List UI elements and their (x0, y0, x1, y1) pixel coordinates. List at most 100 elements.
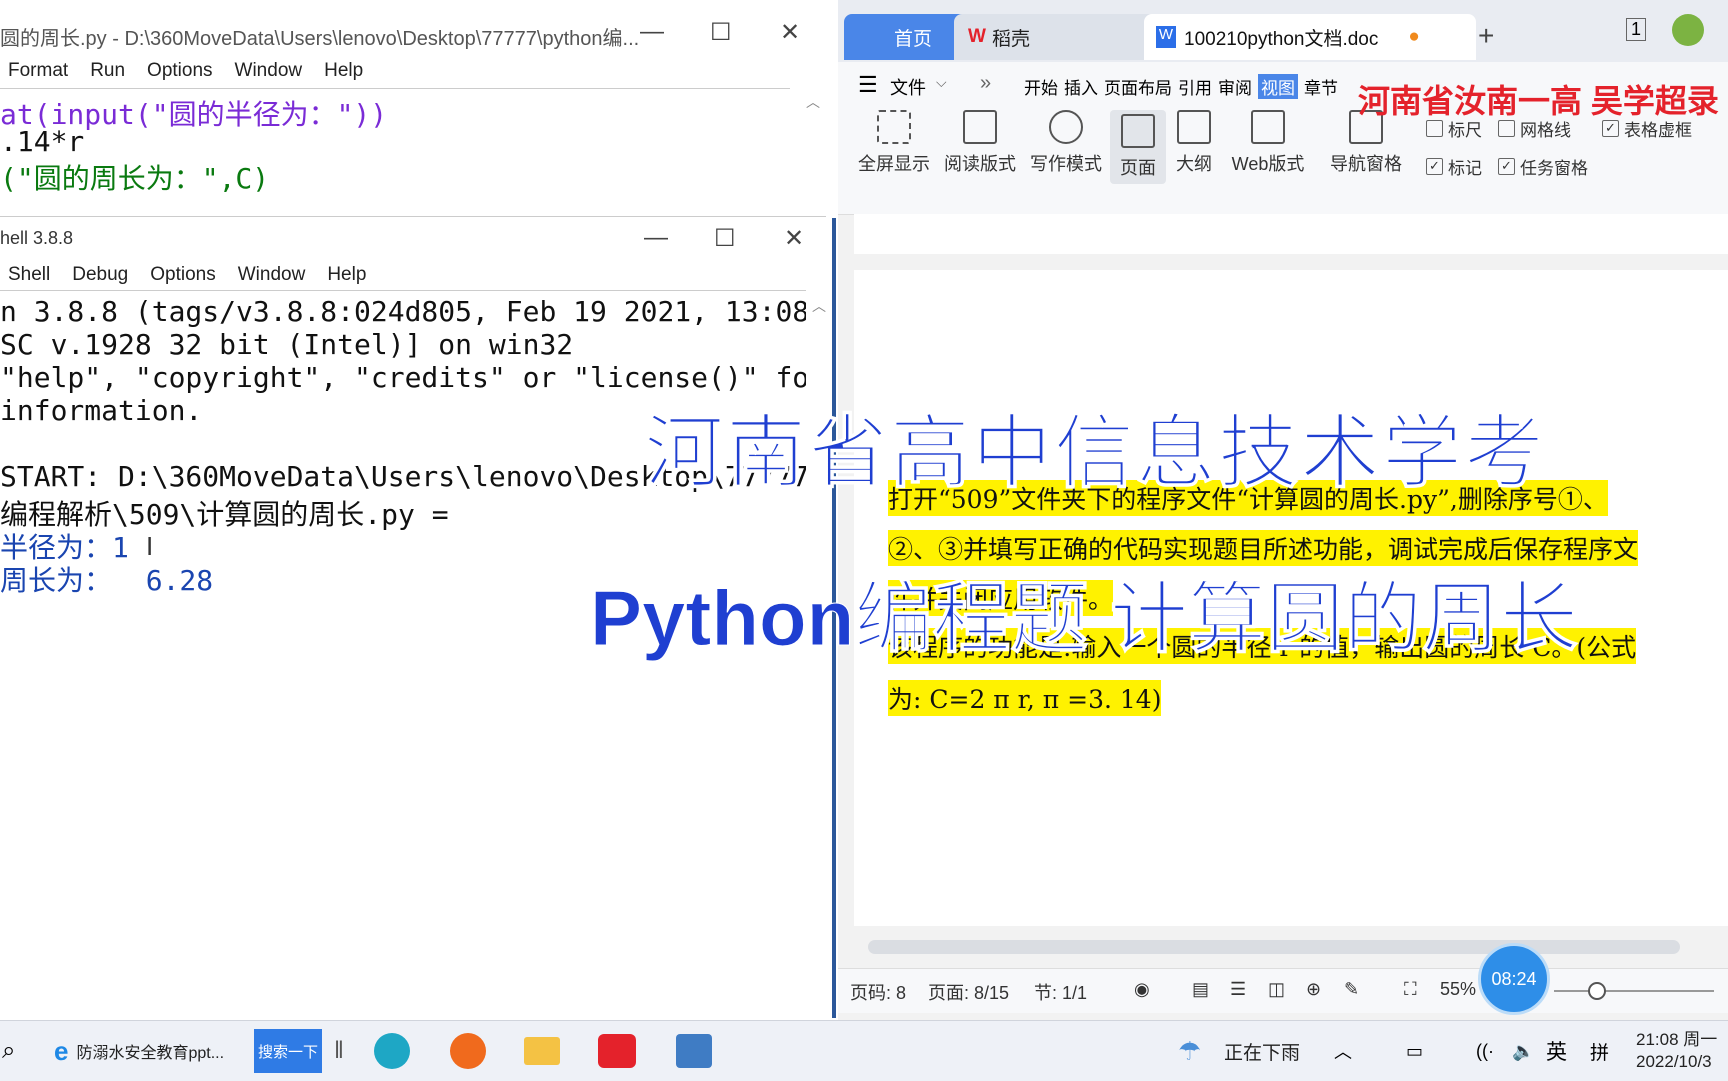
page-code: 页码: 8 (850, 983, 907, 1003)
menu-window[interactable]: Window (238, 264, 306, 286)
window-switch-icon[interactable]: 1 (1626, 18, 1647, 41)
menu-start[interactable]: 开始 (1024, 74, 1058, 99)
daoke-icon: W (968, 26, 986, 47)
ime-mode[interactable]: 拼 (1590, 1029, 1609, 1073)
menu-shell[interactable]: Shell (8, 264, 50, 286)
wps-icon[interactable] (598, 1034, 636, 1068)
maximize-icon[interactable]: ☐ (714, 224, 736, 253)
menu-view[interactable]: 视图 (1258, 74, 1298, 99)
more-icon[interactable]: » (980, 72, 991, 95)
minimize-icon[interactable]: — (644, 224, 668, 252)
taskbar-ppt-item[interactable]: e 防溺水安全教育ppt... (54, 1029, 224, 1073)
overlay-title: 河南省高中信息技术学考 (644, 408, 1546, 498)
checkbox-checked-icon: ✓ (1602, 120, 1619, 137)
chevron-down-icon: ⌵ (936, 74, 947, 90)
unsaved-dot-icon: ● (1408, 26, 1420, 47)
timer-text: 08:24 (1491, 968, 1537, 989)
reading-mode-label: 阅读版式 (944, 154, 1016, 174)
tab-doc-label: 100210python文档.doc (1184, 28, 1379, 50)
network-icon[interactable]: ((· (1476, 1029, 1494, 1073)
ime-language[interactable]: 英 (1546, 1029, 1567, 1073)
menu-options[interactable]: Options (150, 264, 215, 286)
outline-button[interactable]: 大纲 (1166, 110, 1222, 176)
menu-hamburger-icon[interactable]: ☰ (858, 72, 878, 98)
menu-layout[interactable]: 页面布局 (1104, 74, 1172, 99)
writing-mode-label: 写作模式 (1030, 154, 1102, 174)
menu-debug[interactable]: Debug (72, 264, 128, 286)
outline-view-icon[interactable]: ☰ (1230, 979, 1246, 1000)
zoom-slider[interactable] (1554, 982, 1714, 1000)
menu-file[interactable]: 文件 (890, 74, 926, 100)
tab-home-label: 首页 (893, 28, 932, 50)
watermark-text: 河南省汝南一高 吴学超录 (1358, 83, 1719, 119)
nav-pane-label: 导航窗格 (1330, 154, 1402, 174)
book-icon (963, 110, 997, 144)
code-line: ("圆的周长为：",C) (0, 162, 270, 195)
pen-icon (1049, 110, 1083, 144)
menu-format[interactable]: Format (8, 60, 68, 82)
menu-chapter[interactable]: 章节 (1304, 74, 1338, 99)
python-icon[interactable] (676, 1034, 712, 1068)
horizontal-scrollbar[interactable] (868, 940, 1680, 954)
page-view-icon[interactable]: ▤ (1192, 979, 1209, 1000)
globe-icon[interactable]: ⊕ (1306, 979, 1321, 1000)
tab-daoke-label: 稻壳 (991, 28, 1030, 50)
scroll-up-icon[interactable]: ︿ (812, 296, 826, 316)
divider: ‖ (334, 1037, 344, 1064)
search-button-label: 搜索一下 (257, 1043, 318, 1061)
firefox-icon[interactable] (450, 1033, 486, 1069)
folder-icon[interactable] (524, 1037, 560, 1065)
chevron-up-icon[interactable]: ︿ (1334, 1029, 1352, 1073)
fit-icon[interactable]: ⛶ (1404, 979, 1417, 1000)
fullscreen-button[interactable]: 全屏显示 (852, 110, 936, 176)
checkbox-checked-icon: ✓ (1498, 158, 1515, 175)
search-button[interactable]: 搜索一下 (254, 1029, 322, 1073)
text-cursor-icon: I (146, 531, 154, 561)
menu-reference[interactable]: 引用 (1178, 74, 1212, 99)
menu-insert[interactable]: 插入 (1064, 74, 1098, 99)
edge-icon[interactable] (374, 1033, 410, 1069)
tab-doc[interactable]: W 100210python文档.doc ● (1144, 14, 1476, 60)
search-icon[interactable]: ⌕ (2, 1029, 15, 1073)
minimize-icon[interactable]: — (640, 18, 664, 46)
idle-editor-window: 圆的周长.py - D:\360MoveData\Users\lenovo\De… (0, 0, 826, 217)
close-icon[interactable]: ✕ (780, 18, 800, 47)
zoom-slider-handle[interactable] (1588, 982, 1606, 1000)
pen-icon[interactable]: ✎ (1344, 979, 1359, 1000)
weather-text: 正在下雨 (1224, 1042, 1301, 1064)
editor-code-area[interactable]: at(input("圆的半径为：")) .14*r ("圆的周长为：",C) (0, 88, 790, 215)
status-bar: 页码: 8 页面: 8/15 节: 1/1 ◉ ▤ ☰ ◫ ⊕ ✎ ⛶ 55% … (838, 943, 1728, 1015)
scroll-up-icon[interactable]: ︿ (806, 92, 820, 112)
writing-mode-button[interactable]: 写作模式 (1024, 110, 1108, 176)
task-pane-checkbox[interactable]: ✓ 任务窗格 (1498, 154, 1588, 179)
outline-icon (1177, 110, 1211, 144)
doc-icon: W (1156, 26, 1176, 48)
menu-window[interactable]: Window (235, 60, 303, 82)
page-count: 页面: 8/15 (928, 983, 1010, 1003)
shell-menubar: Shell Debug Options Window Help (0, 264, 366, 286)
menu-options[interactable]: Options (147, 60, 212, 82)
menu-review[interactable]: 审阅 (1218, 74, 1252, 99)
taskbar: ⌕ e 防溺水安全教育ppt... 搜索一下 ‖ ☂ 正在下雨 ︿ ▭ ((· … (0, 1020, 1728, 1081)
zoom-level[interactable]: 55% (1440, 979, 1476, 1000)
tab-daoke[interactable]: W 稻壳 (954, 14, 1158, 60)
menu-help[interactable]: Help (327, 264, 366, 286)
wps-tabbar: 首页 W 稻壳 W 100210python文档.doc ● + 1 (838, 0, 1728, 62)
page-view-button[interactable]: 页面 (1110, 110, 1166, 184)
reading-mode-button[interactable]: 阅读版式 (938, 110, 1022, 176)
doc-line: 为: C=2 π r, π =3. 14) (888, 680, 1162, 716)
eye-icon[interactable]: ◉ (1134, 979, 1150, 1000)
read-view-icon[interactable]: ◫ (1268, 979, 1285, 1000)
web-layout-button[interactable]: Web版式 (1222, 110, 1314, 176)
clock[interactable]: 21:08 周一 2022/10/3 (1636, 1029, 1717, 1073)
new-tab-icon[interactable]: + (1478, 20, 1494, 52)
checkbox-icon (1426, 120, 1443, 137)
menu-run[interactable]: Run (90, 60, 125, 82)
volume-icon[interactable]: 🔈 (1512, 1029, 1534, 1073)
avatar[interactable] (1672, 14, 1704, 46)
mark-checkbox[interactable]: ✓ 标记 (1426, 154, 1482, 179)
close-icon[interactable]: ✕ (784, 224, 804, 253)
checkbox-checked-icon: ✓ (1426, 158, 1443, 175)
menu-help[interactable]: Help (324, 60, 363, 82)
maximize-icon[interactable]: ☐ (710, 18, 732, 47)
